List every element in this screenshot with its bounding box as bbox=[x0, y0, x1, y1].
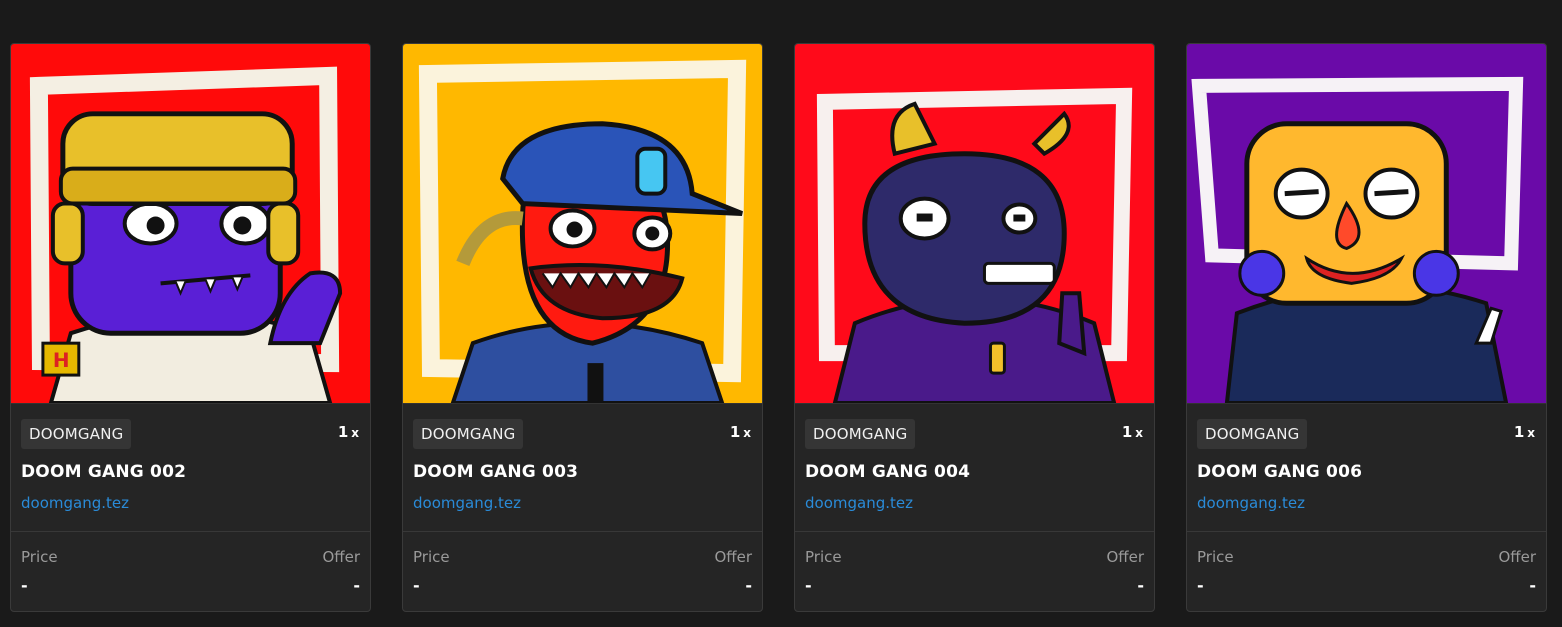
creator-link[interactable]: doomgang.tez bbox=[805, 494, 913, 512]
nft-artwork-image[interactable] bbox=[795, 44, 1154, 403]
edition-suffix: x bbox=[1135, 426, 1143, 440]
collection-tag[interactable]: DOOMGANG bbox=[805, 419, 916, 449]
offer-label: Offer bbox=[1498, 548, 1536, 566]
nft-artwork-image[interactable] bbox=[403, 44, 762, 403]
card-footer: Price Offer - - bbox=[403, 531, 762, 611]
nft-card[interactable]: DOOMGANG 1x DOOM GANG 006 doomgang.tez P… bbox=[1186, 43, 1547, 612]
nft-card-grid: H DOOMGANG 1x DOOM GANG 002 doomgang.tez… bbox=[10, 43, 1547, 612]
nft-title[interactable]: DOOM GANG 004 bbox=[805, 462, 970, 482]
price-label: Price bbox=[805, 548, 842, 566]
nft-artwork-image[interactable] bbox=[1187, 44, 1546, 403]
creator-link[interactable]: doomgang.tez bbox=[21, 494, 129, 512]
nft-card[interactable]: DOOMGANG 1x DOOM GANG 003 doomgang.tez P… bbox=[402, 43, 763, 612]
offer-value: - bbox=[353, 576, 360, 595]
price-value: - bbox=[413, 576, 420, 595]
offer-label: Offer bbox=[714, 548, 752, 566]
nft-title[interactable]: DOOM GANG 006 bbox=[1197, 462, 1362, 482]
edition-count: 1x bbox=[338, 423, 359, 441]
price-value: - bbox=[1197, 576, 1204, 595]
creator-link[interactable]: doomgang.tez bbox=[413, 494, 521, 512]
edition-suffix: x bbox=[351, 426, 359, 440]
nft-title[interactable]: DOOM GANG 003 bbox=[413, 462, 578, 482]
edition-number: 1 bbox=[1513, 423, 1525, 441]
price-label: Price bbox=[21, 548, 58, 566]
card-info: DOOMGANG 1x DOOM GANG 003 doomgang.tez bbox=[403, 403, 762, 531]
offer-value: - bbox=[745, 576, 752, 595]
card-info: DOOMGANG 1x DOOM GANG 004 doomgang.tez bbox=[795, 403, 1154, 531]
edition-count: 1x bbox=[730, 423, 751, 441]
edition-suffix: x bbox=[1527, 426, 1535, 440]
offer-value: - bbox=[1137, 576, 1144, 595]
price-value: - bbox=[805, 576, 812, 595]
card-footer: Price Offer - - bbox=[11, 531, 370, 611]
offer-label: Offer bbox=[322, 548, 360, 566]
creator-link[interactable]: doomgang.tez bbox=[1197, 494, 1305, 512]
offer-label: Offer bbox=[1106, 548, 1144, 566]
collection-tag[interactable]: DOOMGANG bbox=[1197, 419, 1308, 449]
card-info: DOOMGANG 1x DOOM GANG 002 doomgang.tez bbox=[11, 403, 370, 531]
svg-text:H: H bbox=[53, 348, 70, 372]
edition-number: 1 bbox=[1121, 423, 1133, 441]
card-info: DOOMGANG 1x DOOM GANG 006 doomgang.tez bbox=[1187, 403, 1546, 531]
collection-tag[interactable]: DOOMGANG bbox=[21, 419, 132, 449]
price-label: Price bbox=[1197, 548, 1234, 566]
edition-count: 1x bbox=[1122, 423, 1143, 441]
edition-count: 1x bbox=[1514, 423, 1535, 441]
edition-number: 1 bbox=[729, 423, 741, 441]
nft-card[interactable]: DOOMGANG 1x DOOM GANG 004 doomgang.tez P… bbox=[794, 43, 1155, 612]
offer-value: - bbox=[1529, 576, 1536, 595]
card-footer: Price Offer - - bbox=[1187, 531, 1546, 611]
nft-title[interactable]: DOOM GANG 002 bbox=[21, 462, 186, 482]
price-label: Price bbox=[413, 548, 450, 566]
collection-tag[interactable]: DOOMGANG bbox=[413, 419, 524, 449]
price-value: - bbox=[21, 576, 28, 595]
edition-number: 1 bbox=[337, 423, 349, 441]
card-footer: Price Offer - - bbox=[795, 531, 1154, 611]
edition-suffix: x bbox=[743, 426, 751, 440]
nft-artwork-image[interactable]: H bbox=[11, 44, 370, 403]
nft-card[interactable]: H DOOMGANG 1x DOOM GANG 002 doomgang.tez… bbox=[10, 43, 371, 612]
